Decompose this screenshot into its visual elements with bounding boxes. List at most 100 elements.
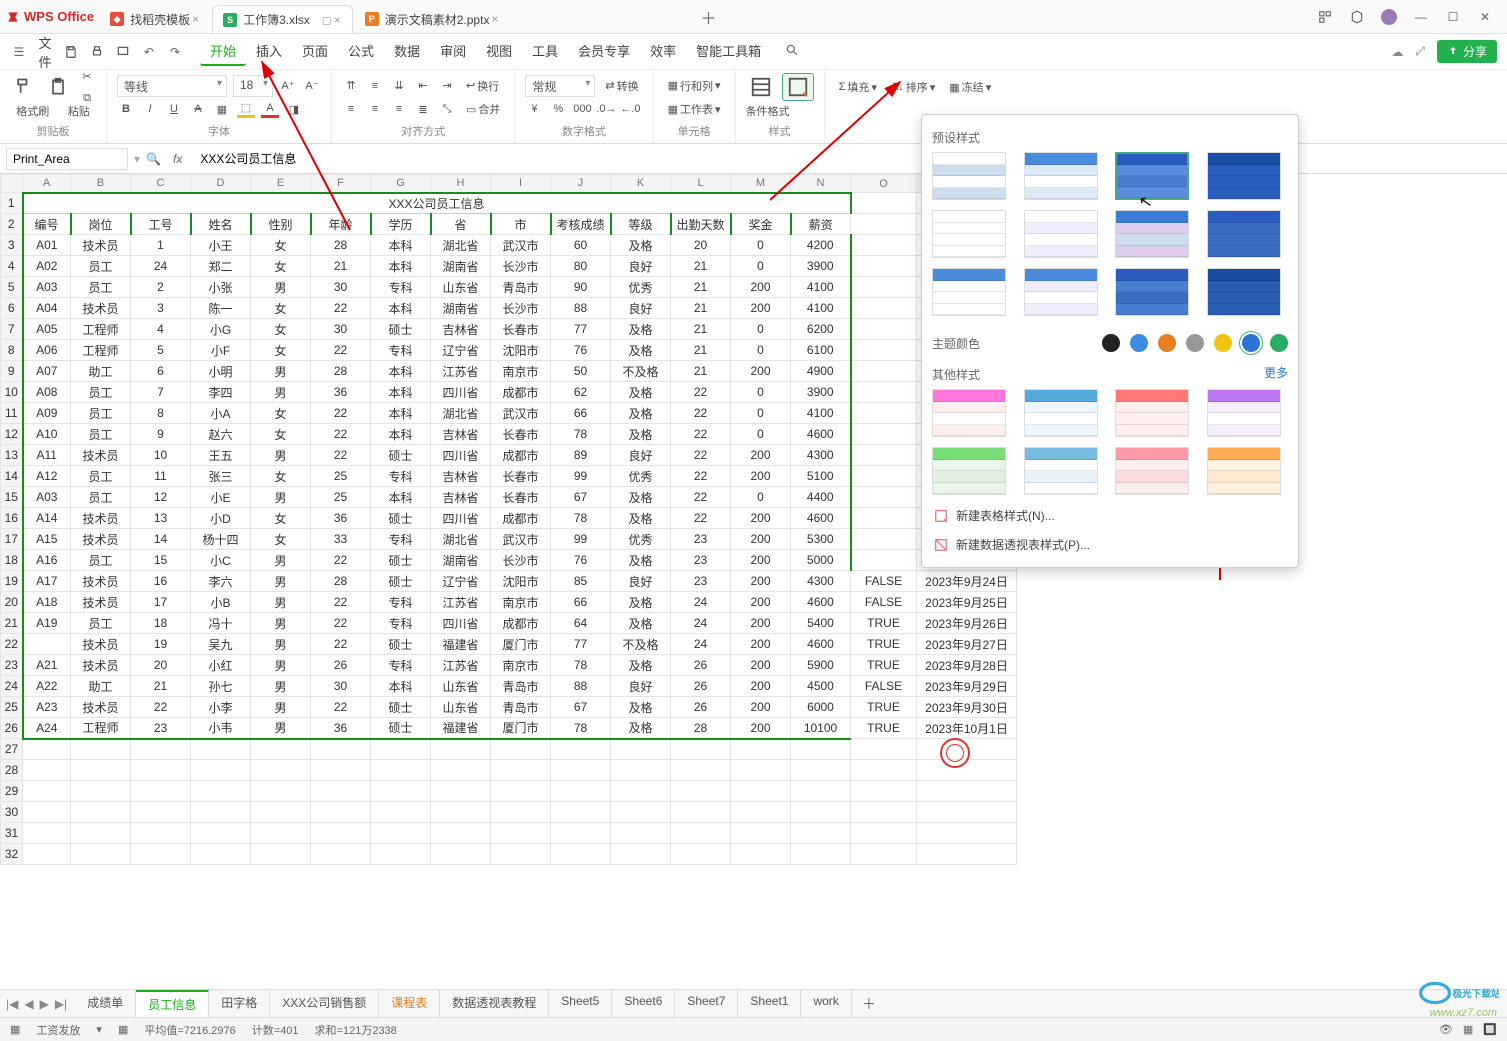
header-cell[interactable]: 省 <box>431 214 491 235</box>
data-cell[interactable]: 66 <box>551 592 611 613</box>
fill-button[interactable]: Σ填充▾ <box>835 77 881 97</box>
data-cell[interactable]: 64 <box>551 613 611 634</box>
preset-style-thumb[interactable] <box>1207 152 1281 200</box>
data-cell[interactable]: 山东省 <box>431 697 491 718</box>
data-cell[interactable]: 200 <box>731 529 791 550</box>
preset-style-thumb[interactable] <box>932 210 1006 258</box>
data-cell[interactable]: 2023年10月1日 <box>917 718 1017 739</box>
preset-style-thumb[interactable] <box>1115 210 1189 258</box>
view-layout-icon[interactable]: ▦ <box>1463 1023 1473 1036</box>
data-cell[interactable]: FALSE <box>851 571 917 592</box>
empty-cell[interactable] <box>251 760 311 781</box>
data-cell[interactable]: 工程师 <box>71 340 131 361</box>
menu-公式[interactable]: 公式 <box>338 37 384 66</box>
data-cell[interactable]: 21 <box>671 277 731 298</box>
header-cell[interactable]: 市 <box>491 214 551 235</box>
data-cell[interactable] <box>851 550 917 571</box>
align-center-icon[interactable]: ≡ <box>366 100 384 118</box>
data-cell[interactable]: 89 <box>551 445 611 466</box>
data-cell[interactable] <box>851 256 917 277</box>
data-cell[interactable]: 技术员 <box>71 445 131 466</box>
data-cell[interactable]: 本科 <box>371 235 431 256</box>
data-cell[interactable]: 4500 <box>791 676 851 697</box>
col-header[interactable]: G <box>371 175 431 193</box>
row-number[interactable]: 30 <box>1 802 23 823</box>
data-cell[interactable]: 4600 <box>791 634 851 655</box>
preset-style-thumb[interactable] <box>1024 210 1098 258</box>
data-cell[interactable]: 本科 <box>371 424 431 445</box>
data-cell[interactable]: 湖北省 <box>431 403 491 424</box>
increase-decimal-icon[interactable]: .0→ <box>597 100 615 118</box>
data-cell[interactable]: 30 <box>311 277 371 298</box>
data-cell[interactable]: 5400 <box>791 613 851 634</box>
data-cell[interactable]: 专科 <box>371 613 431 634</box>
data-cell[interactable]: 78 <box>551 655 611 676</box>
data-cell[interactable]: 长春市 <box>491 466 551 487</box>
row-number[interactable]: 31 <box>1 823 23 844</box>
other-style-thumb[interactable] <box>1024 447 1098 495</box>
header-cell[interactable]: 薪资 <box>791 214 851 235</box>
data-cell[interactable]: 22 <box>311 613 371 634</box>
data-cell[interactable]: 26 <box>671 676 731 697</box>
data-cell[interactable]: 22 <box>311 424 371 445</box>
underline-icon[interactable]: U <box>165 100 183 118</box>
data-cell[interactable]: 200 <box>731 571 791 592</box>
data-cell[interactable]: A05 <box>23 319 71 340</box>
data-cell[interactable]: 5300 <box>791 529 851 550</box>
row-number[interactable]: 22 <box>1 634 23 655</box>
data-cell[interactable]: 28 <box>311 571 371 592</box>
clear-format-icon[interactable]: ◨ <box>285 100 303 118</box>
data-cell[interactable]: 男 <box>251 676 311 697</box>
data-cell[interactable]: 工程师 <box>71 718 131 739</box>
data-cell[interactable]: 30 <box>311 676 371 697</box>
data-cell[interactable]: 长春市 <box>491 487 551 508</box>
data-cell[interactable]: 18 <box>131 613 191 634</box>
data-cell[interactable]: 青岛市 <box>491 277 551 298</box>
empty-cell[interactable] <box>311 844 371 865</box>
row-number[interactable]: 9 <box>1 361 23 382</box>
data-cell[interactable]: 专科 <box>371 655 431 676</box>
empty-cell[interactable] <box>131 823 191 844</box>
data-cell[interactable]: 4300 <box>791 571 851 592</box>
data-cell[interactable]: 沈阳市 <box>491 571 551 592</box>
data-cell[interactable]: 67 <box>551 487 611 508</box>
data-cell[interactable]: 0 <box>731 403 791 424</box>
fx-icon[interactable]: fx <box>167 152 188 166</box>
redo-icon[interactable]: ↷ <box>166 43 184 61</box>
data-cell[interactable]: 女 <box>251 256 311 277</box>
data-cell[interactable]: 80 <box>551 256 611 277</box>
align-left-icon[interactable]: ≡ <box>342 100 360 118</box>
data-cell[interactable]: 硕士 <box>371 445 431 466</box>
data-cell[interactable]: 山东省 <box>431 676 491 697</box>
empty-cell[interactable] <box>551 739 611 760</box>
data-cell[interactable]: 25 <box>311 466 371 487</box>
empty-cell[interactable] <box>23 844 71 865</box>
data-cell[interactable]: 19 <box>131 634 191 655</box>
data-cell[interactable]: 5100 <box>791 466 851 487</box>
sheet-prev-icon[interactable]: ◀ <box>24 997 33 1011</box>
menu-审阅[interactable]: 审阅 <box>430 37 476 66</box>
data-cell[interactable]: 良好 <box>611 298 671 319</box>
data-cell[interactable]: 男 <box>251 613 311 634</box>
align-right-icon[interactable]: ≡ <box>390 100 408 118</box>
data-cell[interactable]: A03 <box>23 487 71 508</box>
data-cell[interactable]: A01 <box>23 235 71 256</box>
empty-cell[interactable] <box>251 781 311 802</box>
decrease-font-icon[interactable]: A⁻ <box>303 77 321 95</box>
data-cell[interactable]: 0 <box>731 256 791 277</box>
new-tab-button[interactable]: ＋ <box>695 3 723 31</box>
data-cell[interactable]: 36 <box>311 508 371 529</box>
data-cell[interactable]: 23 <box>671 529 731 550</box>
data-cell[interactable]: 小A <box>191 403 251 424</box>
data-cell[interactable]: 22 <box>311 298 371 319</box>
expand-icon[interactable]: ⤢ <box>1415 44 1425 59</box>
cond-format-button[interactable] <box>746 74 776 100</box>
empty-cell[interactable] <box>431 844 491 865</box>
app-menu-icon[interactable] <box>1317 9 1333 25</box>
empty-cell[interactable] <box>131 760 191 781</box>
preset-style-thumb[interactable] <box>932 268 1006 316</box>
empty-cell[interactable] <box>611 739 671 760</box>
data-cell[interactable]: 0 <box>731 340 791 361</box>
empty-cell[interactable] <box>851 739 917 760</box>
data-cell[interactable]: 厦门市 <box>491 634 551 655</box>
